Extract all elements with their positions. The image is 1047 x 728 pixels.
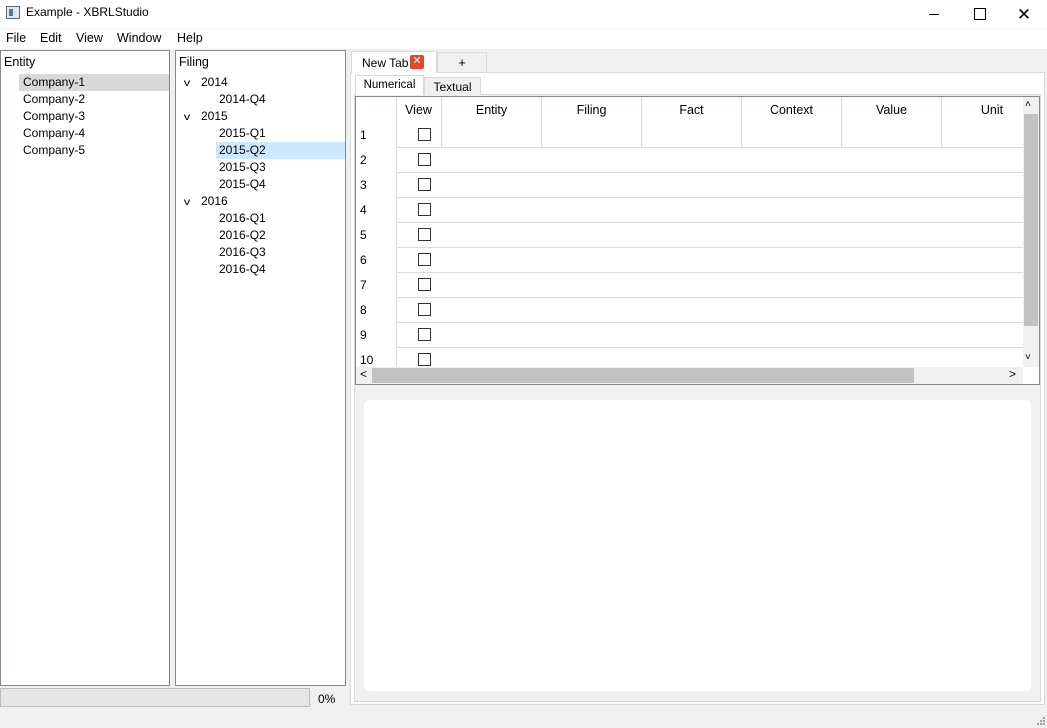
row-header[interactable]: 9: [360, 328, 367, 342]
vertical-scrollbar-thumb[interactable]: [1024, 114, 1038, 326]
tab-new-tab[interactable]: New Tab ✕: [351, 51, 437, 73]
view-checkbox[interactable]: [418, 253, 431, 266]
column-header-value[interactable]: Value: [842, 97, 942, 147]
tree-quarter[interactable]: 2015-Q4: [216, 176, 345, 193]
column-header-filing[interactable]: Filing: [542, 97, 642, 147]
tree-quarter[interactable]: 2016-Q2: [216, 227, 345, 244]
row-header[interactable]: 5: [360, 228, 367, 242]
entity-panel: Entity Company-1 Company-2 Company-3 Com…: [0, 50, 170, 686]
scroll-up-icon[interactable]: ˄: [1025, 99, 1031, 110]
tree-quarter[interactable]: 2014-Q4: [216, 91, 345, 108]
tree-year-label: 2016: [201, 194, 228, 208]
maximize-button[interactable]: [957, 0, 1003, 28]
menu-view[interactable]: View: [76, 31, 103, 45]
grid-line: [396, 97, 397, 369]
maximize-icon: [974, 8, 986, 20]
chevron-down-icon[interactable]: v: [181, 194, 194, 211]
entity-item[interactable]: Company-2: [19, 91, 169, 108]
minimize-icon: [929, 13, 939, 15]
view-checkbox[interactable]: [418, 328, 431, 341]
row-header[interactable]: 10: [360, 353, 373, 367]
tree-quarter[interactable]: 2016-Q4: [216, 261, 345, 278]
tree-year-label: 2015: [201, 109, 228, 123]
close-icon: ✕: [1016, 4, 1032, 24]
tree-quarter[interactable]: 2016-Q3: [216, 244, 345, 261]
view-checkbox[interactable]: [418, 128, 431, 141]
tree-year-label: 2014: [201, 75, 228, 89]
grid-line: [396, 222, 1024, 223]
chevron-down-icon[interactable]: v: [181, 75, 194, 92]
horizontal-scrollbar-thumb[interactable]: [372, 368, 914, 383]
tree-year-2016[interactable]: v 2016: [182, 193, 342, 210]
grid-line: [396, 297, 1024, 298]
grid-line: [396, 322, 1024, 323]
minimize-button[interactable]: [911, 0, 957, 28]
menu-file[interactable]: File: [6, 31, 26, 45]
progress-bar: [0, 688, 310, 707]
view-checkbox[interactable]: [418, 203, 431, 216]
facts-table: View Entity Filing Fact Context Value Un…: [355, 96, 1040, 385]
title-bar: [0, 0, 1047, 28]
close-button[interactable]: ✕: [1001, 0, 1047, 28]
grid-line: [396, 172, 1024, 173]
grid-line: [396, 272, 1024, 273]
menu-edit[interactable]: Edit: [40, 31, 62, 45]
entity-header: Entity: [4, 55, 36, 69]
row-header[interactable]: 1: [360, 128, 367, 142]
tree-year-2014[interactable]: v 2014: [182, 74, 342, 91]
filing-header: Filing: [179, 55, 209, 69]
view-checkbox[interactable]: [418, 303, 431, 316]
grid-line: [396, 197, 1024, 198]
grid-line: [396, 347, 1024, 348]
row-header[interactable]: 6: [360, 253, 367, 267]
view-checkbox[interactable]: [418, 228, 431, 241]
progress-percent: 0%: [318, 692, 336, 706]
entity-item[interactable]: Company-1: [19, 74, 169, 91]
tree-quarter[interactable]: 2015-Q3: [216, 159, 345, 176]
tab-label: New Tab: [362, 56, 409, 70]
tab-numerical[interactable]: Numerical: [355, 75, 424, 95]
menu-window[interactable]: Window: [117, 31, 161, 45]
detail-view[interactable]: [364, 400, 1031, 691]
menu-bar: File Edit View Window Help: [0, 29, 1047, 49]
scroll-right-icon[interactable]: >: [1009, 367, 1016, 381]
filing-panel: Filing v 2014 2014-Q4 v 2015 2015-Q1 2015-…: [175, 50, 346, 686]
view-checkbox[interactable]: [418, 178, 431, 191]
row-header[interactable]: 8: [360, 303, 367, 317]
window-title: Example - XBRLStudio: [26, 5, 149, 19]
grid-line: [396, 247, 1024, 248]
column-header-entity[interactable]: Entity: [442, 97, 542, 147]
add-tab-button[interactable]: +: [437, 52, 487, 72]
column-header-context[interactable]: Context: [742, 97, 842, 147]
view-checkbox[interactable]: [418, 278, 431, 291]
column-header-fact[interactable]: Fact: [642, 97, 742, 147]
grid-line: [396, 147, 1024, 148]
scroll-down-icon[interactable]: ˅: [1025, 352, 1031, 363]
tree-year-2015[interactable]: v 2015: [182, 108, 342, 125]
menu-help[interactable]: Help: [177, 31, 203, 45]
chevron-down-icon[interactable]: v: [181, 109, 194, 126]
tree-quarter[interactable]: 2016-Q1: [216, 210, 345, 227]
row-header[interactable]: 4: [360, 203, 367, 217]
view-checkbox[interactable]: [418, 153, 431, 166]
row-header[interactable]: 3: [360, 178, 367, 192]
close-tab-icon[interactable]: ✕: [410, 55, 424, 69]
tree-quarter[interactable]: 2015-Q1: [216, 125, 345, 142]
row-header[interactable]: 7: [360, 278, 367, 292]
view-checkbox[interactable]: [418, 353, 431, 366]
entity-item[interactable]: Company-4: [19, 125, 169, 142]
entity-item[interactable]: Company-5: [19, 142, 169, 159]
entity-item[interactable]: Company-3: [19, 108, 169, 125]
app-window-icon: [6, 6, 20, 19]
row-header[interactable]: 2: [360, 153, 367, 167]
scroll-left-icon[interactable]: <: [360, 367, 367, 381]
tree-quarter[interactable]: 2015-Q2: [216, 142, 345, 159]
resize-grip-icon[interactable]: [1036, 716, 1046, 726]
tab-textual[interactable]: Textual: [424, 77, 481, 95]
